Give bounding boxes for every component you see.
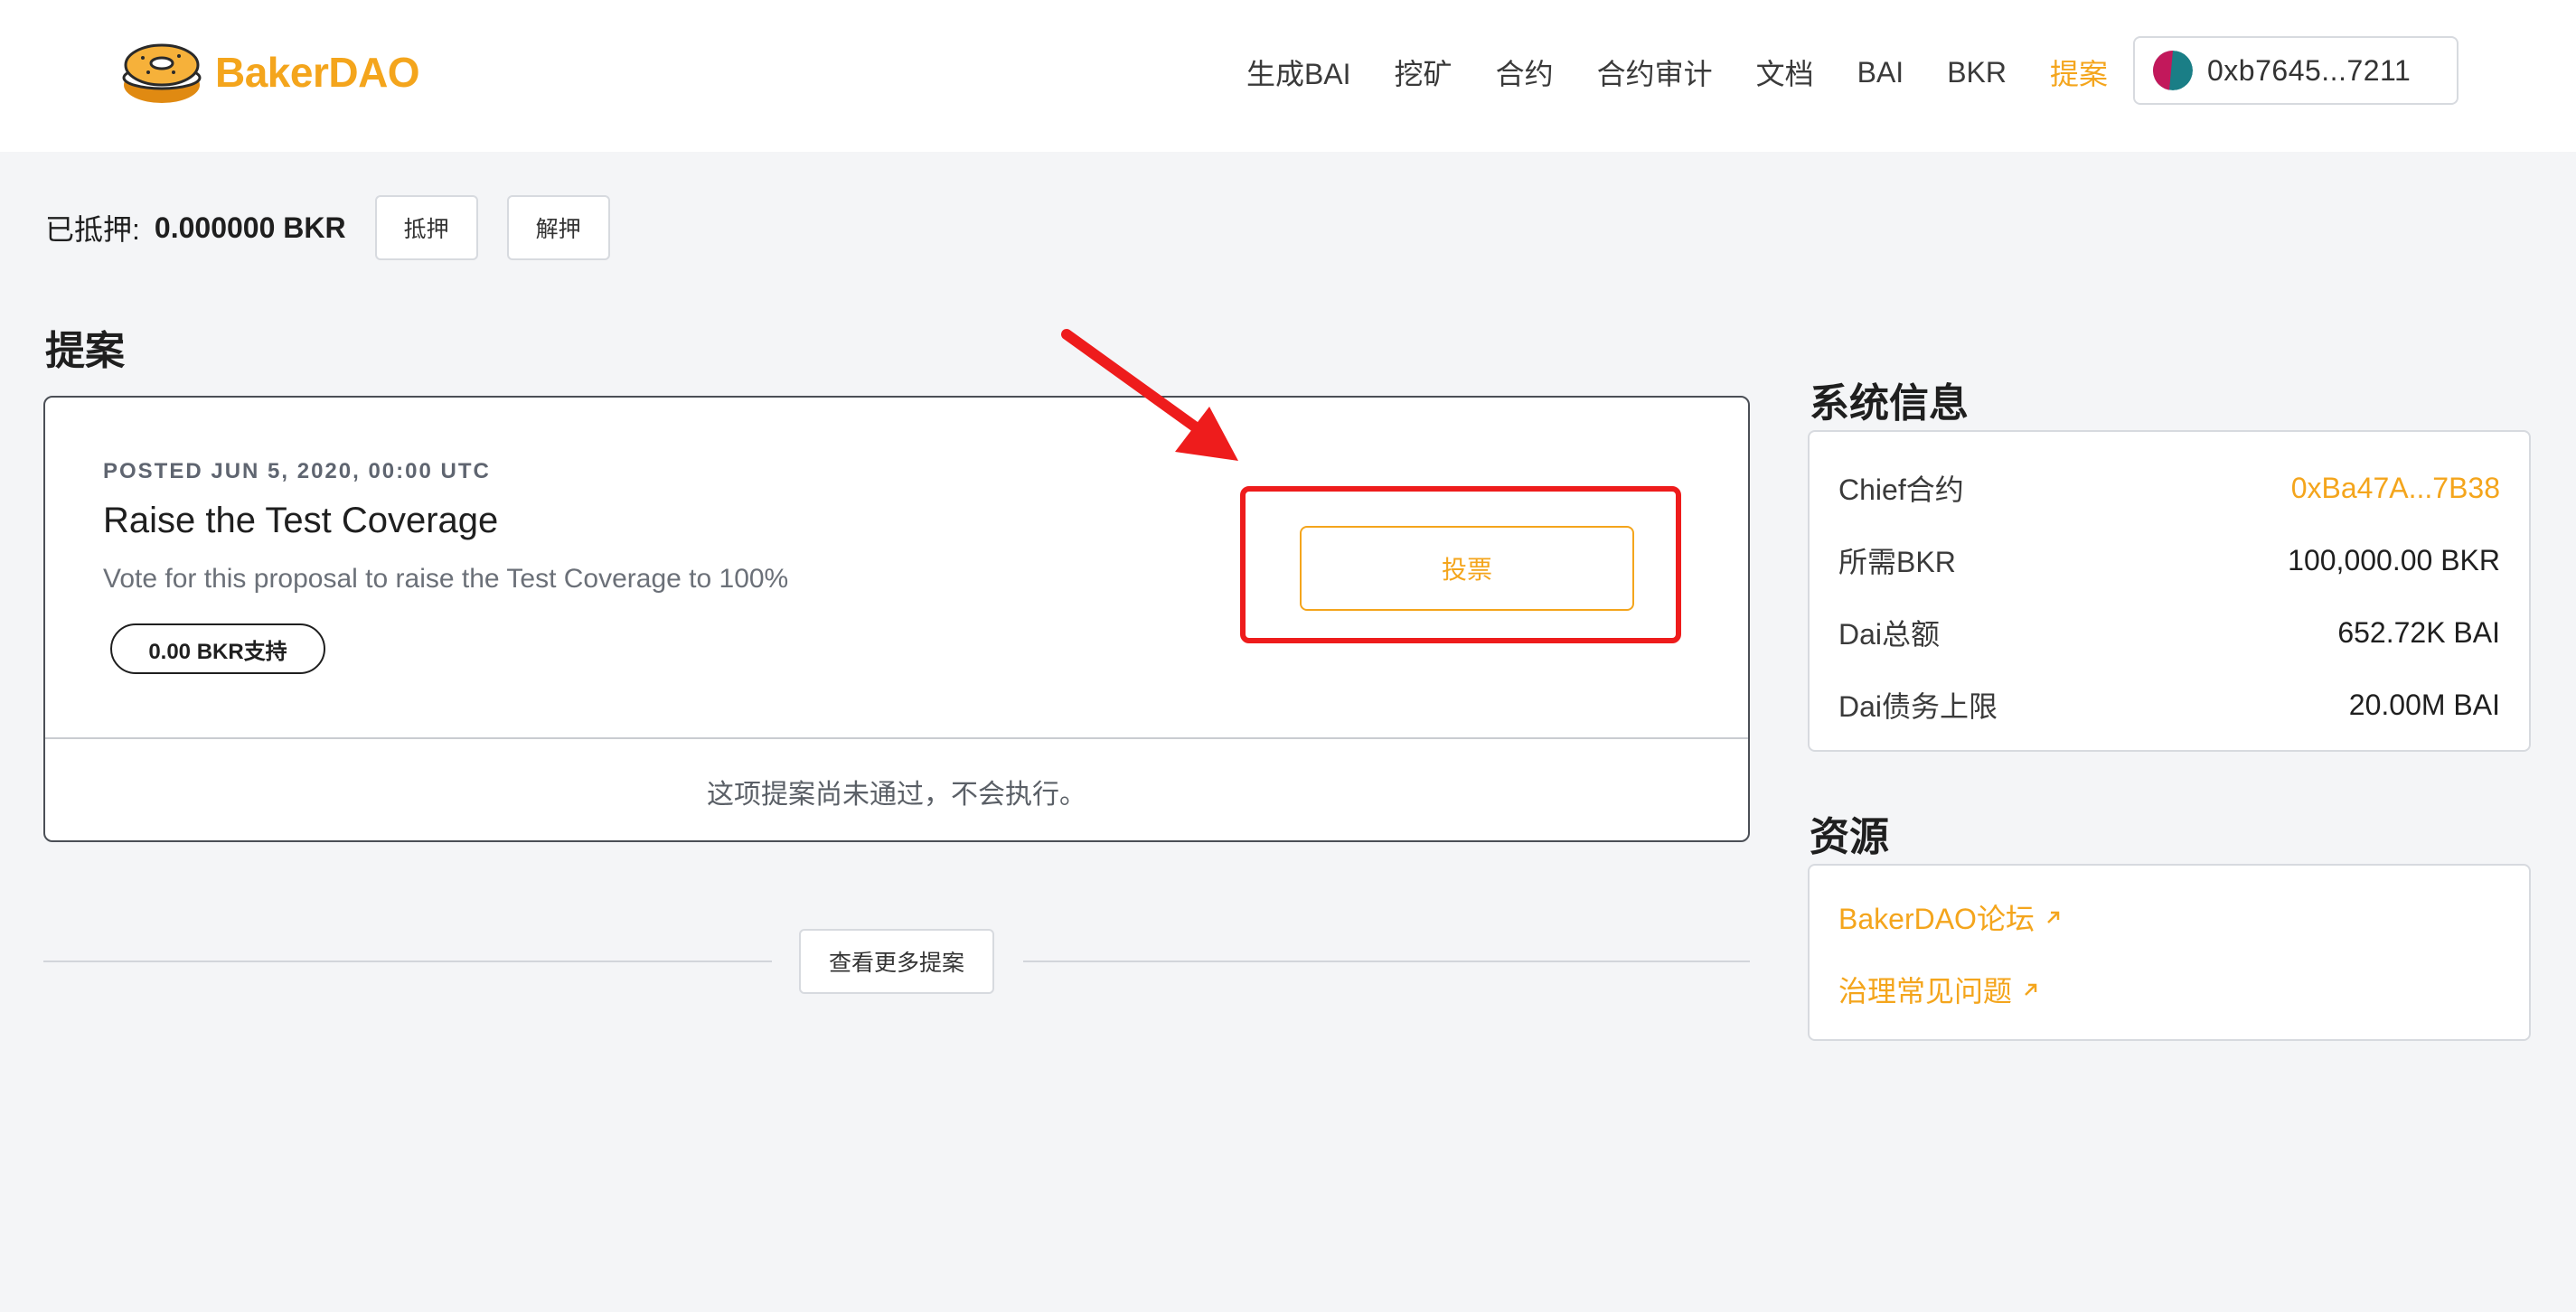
main-nav: 生成BAI 挖矿 合约 合约审计 文档 BAI BKR 提案 [1203,47,2108,98]
stake-button[interactable]: 抵押 [374,195,478,260]
divider-line-left [43,961,772,962]
resource-link-label: BakerDAO论坛 [1838,903,2035,935]
info-row-chief: Chief合约 0xBa47A...7B38 [1838,468,2500,508]
resources-title: 资源 [1810,815,1889,859]
nav-contract-audit[interactable]: 合约审计 [1597,52,1713,93]
info-row-dai-total: Dai总额 652.72K BAI [1838,613,2500,652]
vote-button[interactable]: 投票 [1300,526,1634,611]
proposal-posted-date: POSTED JUN 5, 2020, 00:00 UTC [103,459,491,483]
proposal-status-text: 这项提案尚未通过，不会执行。 [707,780,1086,810]
wallet-button[interactable]: 0xb7645...7211 [2133,36,2458,105]
nav-docs[interactable]: 文档 [1756,52,1814,93]
resource-link-governance-faq[interactable]: 治理常见问题 [1838,969,2039,1010]
nav-mining[interactable]: 挖矿 [1395,52,1453,93]
proposals-section-title: 提案 [45,329,125,373]
nav-proposals[interactable]: 提案 [2050,52,2108,93]
proposal-description: Vote for this proposal to raise the Test… [103,564,789,594]
resources-card: BakerDAO论坛 治理常见问题 [1808,864,2531,1041]
top-navigation-bar: BakerDAO 生成BAI 挖矿 合约 合约审计 文档 BAI BKR 提案 … [0,0,2576,152]
info-value: 100,000.00 BKR [2288,543,2500,576]
system-info-title: 系统信息 [1810,381,1969,426]
info-value: 652.72K BAI [2337,615,2500,649]
nav-bai[interactable]: BAI [1857,56,1904,89]
external-link-icon [2047,911,2060,923]
resource-link-forum[interactable]: BakerDAO论坛 [1838,896,2062,938]
divider-line-right [1023,961,1750,962]
unstake-button[interactable]: 解押 [506,195,610,260]
system-info-card: Chief合约 0xBa47A...7B38 所需BKR 100,000.00 … [1808,430,2531,752]
info-key: Chief合约 [1838,473,1964,506]
view-more-proposals-button[interactable]: 查看更多提案 [799,929,994,994]
staked-label: 已抵押: [45,213,140,246]
info-value: 20.00M BAI [2348,688,2500,721]
proposal-title: Raise the Test Coverage [103,501,499,540]
brand-name: BakerDAO [215,49,420,96]
staked-value: 0.000000 BKR [154,211,346,244]
info-key: Dai债务上限 [1838,690,1998,723]
brand-logo-link[interactable]: BakerDAO [121,36,420,108]
nav-generate-bai[interactable]: 生成BAI [1246,52,1351,93]
external-link-icon [2025,983,2037,996]
wallet-avatar-icon [2153,51,2193,90]
wallet-address: 0xb7645...7211 [2207,53,2411,87]
proposal-card: POSTED JUN 5, 2020, 00:00 UTC Raise the … [43,396,1750,842]
info-row-dai-debt-ceiling: Dai债务上限 20.00M BAI [1838,685,2500,725]
chief-contract-link[interactable]: 0xBa47A...7B38 [2291,472,2500,505]
nav-bkr[interactable]: BKR [1947,56,2007,89]
info-row-required-bkr: 所需BKR 100,000.00 BKR [1838,540,2500,580]
proposal-support-badge: 0.00 BKR支持 [110,623,325,674]
info-key: 所需BKR [1838,546,1956,578]
bagel-logo-icon [122,43,202,103]
resource-link-label: 治理常见问题 [1838,975,2013,1007]
nav-contracts[interactable]: 合约 [1496,52,1554,93]
more-proposals-row: 查看更多提案 [43,929,1750,994]
stake-row: 已抵押: 0.000000 BKR 抵押 解押 [45,195,610,260]
info-key: Dai总额 [1838,618,1941,651]
